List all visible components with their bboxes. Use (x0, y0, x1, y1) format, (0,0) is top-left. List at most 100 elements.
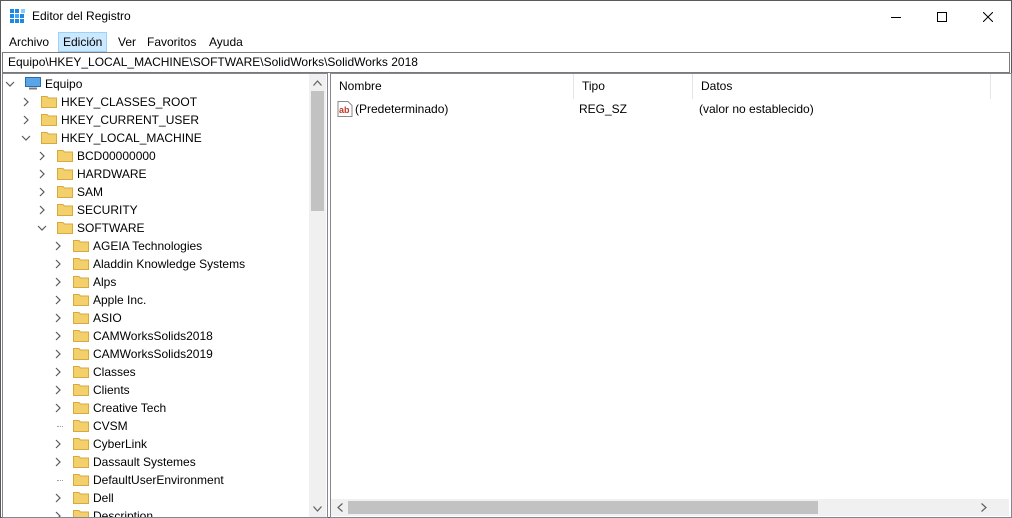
scroll-up-button[interactable] (309, 74, 326, 91)
chevron-up-icon (313, 79, 322, 86)
hscroll-thumb[interactable] (348, 501, 818, 514)
chevron-right-icon[interactable] (53, 511, 63, 518)
tree-node-hklm-child[interactable]: SAM (3, 183, 308, 201)
column-header-nombre[interactable]: Nombre (331, 74, 574, 99)
scroll-thumb[interactable] (311, 91, 324, 211)
tree-node-hive[interactable]: HKEY_CLASSES_ROOT (3, 93, 308, 111)
chevron-right-icon[interactable] (37, 187, 47, 197)
column-header-tipo[interactable]: Tipo (574, 74, 693, 99)
folder-icon (73, 402, 89, 414)
tree-node-software-child[interactable]: Clients (3, 381, 308, 399)
folder-icon (73, 474, 89, 486)
tree-node-software-child[interactable]: Classes (3, 363, 308, 381)
title-bar[interactable]: Editor del Registro (1, 1, 1011, 32)
chevron-right-icon[interactable] (53, 403, 63, 413)
registry-editor-icon (10, 9, 25, 23)
chevron-right-icon[interactable] (21, 115, 31, 125)
tree-node-software-child[interactable]: Apple Inc. (3, 291, 308, 309)
folder-icon (57, 168, 73, 180)
tree-node-equipo[interactable]: Equipo (3, 75, 308, 93)
tree-node-software-child[interactable]: Dassault Systemes (3, 453, 308, 471)
tree-node-software-child[interactable]: Creative Tech (3, 399, 308, 417)
chevron-down-icon[interactable] (5, 79, 15, 89)
values-list-pane[interactable]: Nombre Tipo Datos ab (Predeterminado) RE… (330, 73, 1012, 518)
address-bar[interactable]: Equipo\HKEY_LOCAL_MACHINE\SOFTWARE\Solid… (2, 52, 1010, 73)
chevron-down-icon[interactable] (21, 133, 31, 143)
column-header-datos[interactable]: Datos (693, 74, 991, 99)
minimize-button[interactable] (873, 1, 919, 32)
tree-node-software-child[interactable]: Aladdin Knowledge Systems (3, 255, 308, 273)
tree-node-software-child[interactable]: DefaultUserEnvironment (3, 471, 308, 489)
folder-icon (73, 456, 89, 468)
chevron-right-icon[interactable] (53, 295, 63, 305)
tree-node-software-child[interactable]: CAMWorksSolids2018 (3, 327, 308, 345)
folder-icon (73, 330, 89, 342)
tree-node-label: SOFTWARE (77, 221, 145, 235)
menu-archivo[interactable]: Archivo (9, 32, 49, 52)
tree-node-label: Alps (93, 275, 117, 289)
computer-icon (25, 77, 41, 90)
value-data: (valor no establecido) (699, 102, 814, 116)
scroll-down-button[interactable] (309, 500, 326, 517)
scroll-right-button[interactable] (975, 499, 992, 516)
string-value-icon: ab (337, 101, 353, 117)
tree-node-software-child[interactable]: CyberLink (3, 435, 308, 453)
chevron-right-icon[interactable] (53, 439, 63, 449)
chevron-right-icon[interactable] (53, 493, 63, 503)
registry-editor-window: Editor del Registro Archivo Edición Ver … (0, 0, 1012, 518)
maximize-icon (937, 11, 947, 22)
close-button[interactable] (965, 1, 1011, 32)
tree-node-hklm-child[interactable]: SOFTWARE (3, 219, 308, 237)
chevron-right-icon[interactable] (21, 97, 31, 107)
tree-vertical-scrollbar[interactable] (309, 74, 326, 517)
tree-node-software-child[interactable]: AGEIA Technologies (3, 237, 308, 255)
menu-ayuda[interactable]: Ayuda (209, 32, 243, 52)
chevron-right-icon[interactable] (53, 367, 63, 377)
tree-node-hklm-child[interactable]: SECURITY (3, 201, 308, 219)
tree-node-label: CAMWorksSolids2018 (93, 329, 213, 343)
menu-edicion[interactable]: Edición (58, 32, 108, 52)
folder-icon (73, 492, 89, 504)
tree-node-label: HARDWARE (77, 167, 147, 181)
tree-node-hive[interactable]: HKEY_CURRENT_USER (3, 111, 308, 129)
maximize-button[interactable] (919, 1, 965, 32)
tree-node-hklm-child[interactable]: BCD00000000 (3, 147, 308, 165)
value-row[interactable]: ab (Predeterminado) REG_SZ (valor no est… (331, 99, 991, 119)
folder-icon (41, 132, 57, 144)
chevron-right-icon[interactable] (53, 349, 63, 359)
menu-ver[interactable]: Ver (118, 32, 136, 52)
folder-icon (73, 276, 89, 288)
tree-node-label: DefaultUserEnvironment (93, 473, 224, 487)
folder-icon (41, 96, 57, 108)
tree-node-hive[interactable]: HKEY_LOCAL_MACHINE (3, 129, 308, 147)
key-tree-pane[interactable]: Equipo HKEY_CLASSES_ROOT HKEY_CURRENT_USER… (2, 73, 328, 518)
tree-node-hklm-child[interactable]: HARDWARE (3, 165, 308, 183)
chevron-right-icon[interactable] (53, 331, 63, 341)
menu-favoritos[interactable]: Favoritos (147, 32, 196, 52)
chevron-right-icon[interactable] (53, 241, 63, 251)
tree-node-label: Creative Tech (93, 401, 167, 415)
tree-node-label: Equipo (45, 77, 83, 91)
chevron-right-icon[interactable] (53, 313, 63, 323)
chevron-right-icon[interactable] (53, 259, 63, 269)
tree-node-label: HKEY_CLASSES_ROOT (61, 95, 198, 109)
tree-node-software-child[interactable]: CAMWorksSolids2019 (3, 345, 308, 363)
tree-node-label: CAMWorksSolids2019 (93, 347, 213, 361)
tree-node-software-child[interactable]: CVSM (3, 417, 308, 435)
chevron-right-icon[interactable] (53, 277, 63, 287)
chevron-down-icon[interactable] (37, 223, 47, 233)
chevron-right-icon[interactable] (37, 151, 47, 161)
folder-icon (73, 294, 89, 306)
chevron-right-icon[interactable] (37, 205, 47, 215)
tree-node-software-child[interactable]: Dell (3, 489, 308, 507)
tree-node-software-child[interactable]: ASIO (3, 309, 308, 327)
chevron-right-icon[interactable] (53, 457, 63, 467)
chevron-right-icon[interactable] (53, 385, 63, 395)
list-horizontal-scrollbar[interactable] (331, 499, 1009, 516)
chevron-right-icon[interactable] (37, 169, 47, 179)
value-type: REG_SZ (579, 102, 628, 116)
value-name: (Predeterminado) (355, 102, 449, 116)
tree-node-software-child[interactable]: Description (3, 507, 308, 518)
scroll-left-button[interactable] (331, 499, 348, 516)
tree-node-software-child[interactable]: Alps (3, 273, 308, 291)
